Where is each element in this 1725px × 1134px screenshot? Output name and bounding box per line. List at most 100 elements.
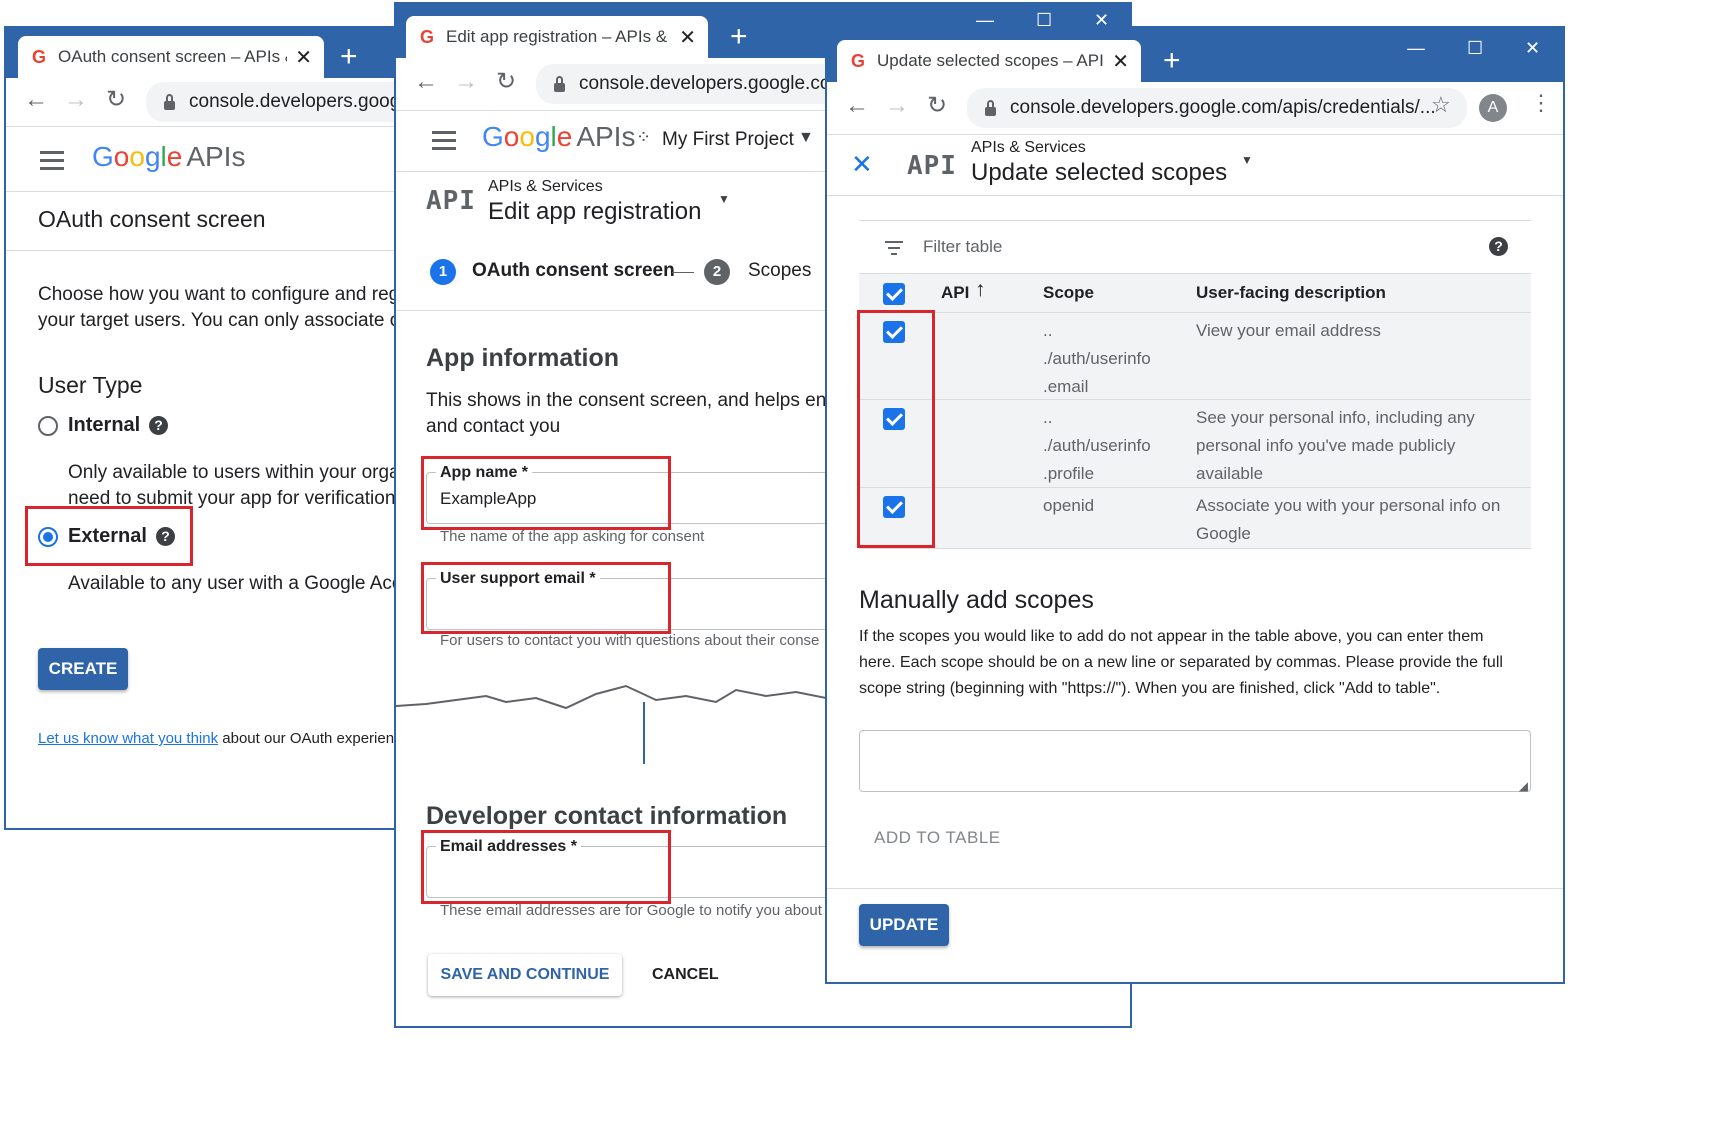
close-tab-icon[interactable]: ✕ — [1112, 49, 1129, 74]
table-header-row: API ↑ Scope User-facing description — [859, 274, 1531, 313]
internal-description-line-1: Only available to users within your orga — [68, 462, 400, 483]
dev-contact-heading: Developer contact information — [426, 802, 788, 830]
app-info-desc-line-2: and contact you — [426, 416, 561, 437]
more-menu-icon[interactable]: ⋮ — [1530, 90, 1552, 116]
scope-cell: .. ./auth/userinfo .email — [1043, 321, 1151, 396]
menu-icon[interactable] — [432, 131, 456, 155]
user-type-heading: User Type — [38, 372, 143, 398]
step-1-badge: 1 — [430, 259, 456, 285]
highlight-box-email — [421, 830, 671, 904]
filter-icon — [885, 241, 903, 255]
description-cell: View your email address — [1196, 321, 1381, 340]
section-label: APIs & Services — [971, 139, 1086, 156]
project-dropdown-icon[interactable]: ▼ — [798, 129, 814, 147]
reload-icon[interactable]: ↻ — [496, 67, 516, 96]
manual-scopes-textarea[interactable]: ◢ — [859, 730, 1531, 793]
table-row[interactable]: .. ./auth/userinfo .profile See your perso… — [859, 400, 1531, 488]
avatar[interactable]: A — [1479, 94, 1507, 122]
column-header-api[interactable]: API — [941, 283, 969, 303]
forward-icon[interactable]: → — [454, 68, 478, 96]
new-tab-icon[interactable]: + — [730, 22, 748, 52]
save-and-continue-button[interactable]: SAVE AND CONTINUE — [428, 954, 622, 996]
manual-desc-line-2: here. Each scope should be on a new line… — [859, 654, 1503, 671]
scope-cell: openid — [1043, 496, 1095, 515]
feedback-link[interactable]: Let us know what you think — [38, 730, 218, 747]
minimize-icon[interactable]: — — [1407, 38, 1425, 59]
step-connector — [672, 272, 694, 273]
app-header: Google APIs — [6, 127, 422, 192]
filter-bar[interactable]: Filter table ? — [859, 221, 1531, 274]
table-row[interactable]: openid Associate you with your personal … — [859, 488, 1531, 549]
forward-icon[interactable]: → — [64, 86, 88, 114]
update-button[interactable]: UPDATE — [859, 904, 949, 946]
column-header-description[interactable]: User-facing description — [1196, 283, 1386, 303]
feedback-text: Let us know what you think about our OAu… — [38, 730, 410, 747]
highlight-box-app-name — [421, 456, 671, 530]
step-2-label[interactable]: Scopes — [748, 260, 811, 282]
menu-icon[interactable] — [40, 151, 64, 175]
add-to-table-button[interactable]: ADD TO TABLE — [874, 828, 1001, 848]
new-tab-icon[interactable]: + — [1163, 46, 1181, 76]
address-bar[interactable]: console.developers.google.com/apis/crede… — [967, 88, 1467, 128]
column-header-scope[interactable]: Scope — [1043, 283, 1094, 303]
divider — [827, 888, 1563, 889]
title-dropdown-icon[interactable]: ▼ — [1241, 153, 1253, 167]
reload-icon[interactable]: ↻ — [927, 91, 947, 120]
lock-icon — [164, 93, 175, 110]
create-button[interactable]: CREATE — [38, 648, 128, 690]
title-dropdown-icon[interactable]: ▼ — [718, 192, 730, 206]
back-icon[interactable]: ← — [24, 86, 48, 114]
close-panel-icon[interactable]: ✕ — [851, 149, 873, 180]
manual-scopes-heading: Manually add scopes — [859, 586, 1094, 614]
project-selector[interactable]: My First Project — [662, 129, 794, 151]
forward-icon[interactable]: → — [885, 92, 909, 120]
close-tab-icon[interactable]: ✕ — [679, 25, 696, 50]
intro-text-line-1: Choose how you want to configure and reg — [38, 284, 400, 305]
page-title: Edit app registration — [488, 198, 702, 225]
internal-label[interactable]: Internal — [68, 414, 140, 437]
project-icon: ⁘ — [636, 127, 652, 147]
internal-help-icon[interactable]: ? — [149, 416, 168, 435]
new-tab-icon[interactable]: + — [340, 42, 358, 72]
internal-radio[interactable] — [38, 416, 58, 436]
description-cell: Associate you with your personal info on… — [1196, 496, 1501, 543]
browser-window-oauth-consent: G OAuth consent screen – APIs & S ✕ + ← … — [4, 26, 424, 830]
table-row[interactable]: .. ./auth/userinfo .email View your email … — [859, 313, 1531, 400]
api-icon: API — [907, 151, 957, 181]
table-help-icon[interactable]: ? — [1489, 237, 1508, 256]
close-window-icon[interactable]: ✕ — [1525, 38, 1540, 59]
page-title: OAuth consent screen — [38, 206, 266, 232]
maximize-icon[interactable]: ☐ — [1467, 38, 1483, 59]
google-favicon-icon: G — [851, 50, 866, 71]
resize-handle-icon[interactable]: ◢ — [1519, 779, 1528, 793]
back-icon[interactable]: ← — [845, 92, 869, 120]
api-icon: API — [426, 186, 476, 216]
app-header: ✕ API APIs & Services Update selected sc… — [827, 135, 1563, 196]
address-bar[interactable]: console.developers.google — [146, 82, 422, 122]
google-apis-logo: Google APIs — [482, 121, 636, 152]
step-1-label[interactable]: OAuth consent screen — [472, 260, 675, 282]
browser-tab[interactable]: G Edit app registration – APIs & Se ✕ — [406, 16, 708, 58]
select-all-checkbox[interactable] — [883, 283, 905, 305]
back-icon[interactable]: ← — [414, 68, 438, 96]
app-info-desc-line-1: This shows in the consent screen, and he… — [426, 390, 827, 411]
manual-desc-line-3: scope string (beginning with "https://")… — [859, 680, 1441, 697]
browser-tab[interactable]: G Update selected scopes – APIs & ✕ — [837, 40, 1141, 82]
section-label: APIs & Services — [488, 178, 603, 195]
page-title: Update selected scopes — [971, 159, 1228, 186]
highlight-box-support-email — [421, 562, 671, 634]
intro-text-line-2: your target users. You can only associat… — [38, 310, 401, 331]
email-addresses-hint: These email addresses are for Google to … — [440, 902, 822, 919]
filter-input[interactable]: Filter table — [923, 237, 1002, 257]
close-tab-icon[interactable]: ✕ — [295, 45, 312, 70]
cancel-button[interactable]: CANCEL — [652, 966, 719, 984]
app-info-heading: App information — [426, 344, 620, 372]
google-favicon-icon: G — [32, 46, 47, 67]
manual-desc-line-1: If the scopes you would like to add do n… — [859, 628, 1484, 645]
bookmark-star-icon[interactable]: ☆ — [1431, 92, 1451, 118]
browser-toolbar: ← → ↻ console.developers.google — [6, 78, 422, 127]
reload-icon[interactable]: ↻ — [106, 85, 126, 114]
step-2-badge: 2 — [704, 259, 730, 285]
sort-arrow-up-icon[interactable]: ↑ — [975, 278, 986, 302]
browser-tab[interactable]: G OAuth consent screen – APIs & S ✕ — [18, 36, 324, 78]
